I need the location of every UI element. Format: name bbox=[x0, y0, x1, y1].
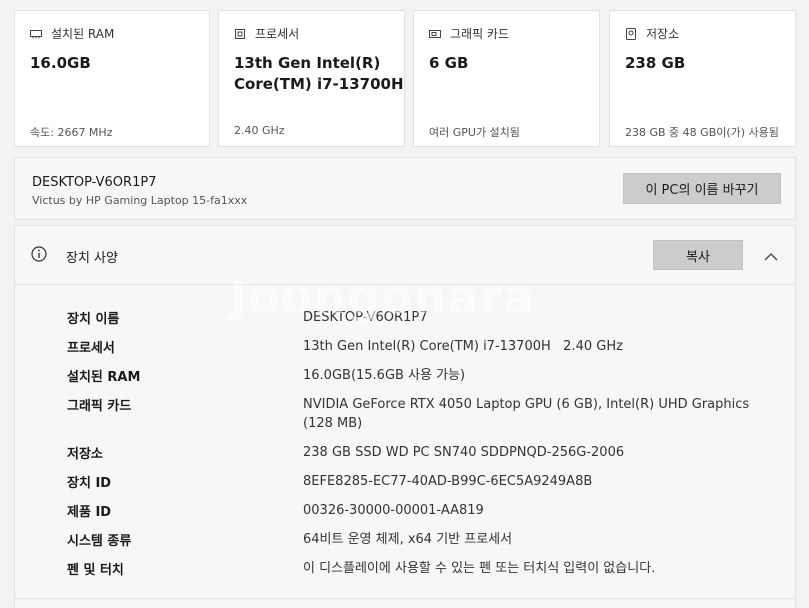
ram-card-sub: 속도: 2667 MHz bbox=[30, 126, 113, 139]
graphics-card: 그래픽 카드 6 GB 여러 GPU가 설치됨 bbox=[413, 10, 600, 147]
spec-value: 64비트 운영 체제, x64 기반 프로세서 bbox=[303, 532, 513, 547]
spec-value: 238 GB SSD WD PC SN740 SDDPNQD-256G-2006 bbox=[303, 445, 625, 460]
spec-label: 장치 이름 bbox=[67, 312, 120, 327]
spec-label: 저장소 bbox=[67, 447, 103, 462]
processor-card-value: 13th Gen Intel(R) Core(TM) i7-13700H bbox=[234, 54, 404, 93]
spec-label: 시스템 종류 bbox=[67, 534, 132, 549]
divider bbox=[14, 598, 796, 599]
graphics-card-title: 그래픽 카드 bbox=[450, 27, 510, 41]
copy-button[interactable]: 복사 bbox=[653, 240, 743, 270]
graphics-card-sub: 여러 GPU가 설치됨 bbox=[429, 126, 520, 139]
watermark: Joongonara bbox=[230, 270, 536, 324]
spec-label: 장치 ID bbox=[67, 476, 112, 491]
spec-value: 00326-30000-00001-AA819 bbox=[303, 503, 484, 518]
graphics-card-icon bbox=[429, 28, 441, 40]
processor-icon bbox=[234, 28, 246, 40]
device-name-panel: DESKTOP-V6OR1P7 Victus by HP Gaming Lapt… bbox=[14, 157, 796, 220]
storage-card-sub: 238 GB 중 48 GB이(가) 사용됨 bbox=[625, 126, 779, 139]
ram-card-title: 설치된 RAM bbox=[51, 27, 115, 41]
spec-value: 13th Gen Intel(R) Core(TM) i7-13700H 2.4… bbox=[303, 339, 623, 354]
spec-value: 8EFE8285-EC77-40AD-B99C-6EC5A9249A8B bbox=[303, 474, 593, 489]
spec-label: 프로세서 bbox=[67, 341, 115, 356]
info-icon bbox=[31, 246, 47, 262]
device-specifications-title: 장치 사양 bbox=[66, 251, 118, 266]
spec-value: NVIDIA GeForce RTX 4050 Laptop GPU (6 GB… bbox=[303, 397, 754, 431]
device-name: DESKTOP-V6OR1P7 bbox=[32, 175, 157, 190]
spec-label: 제품 ID bbox=[67, 505, 112, 520]
ram-card-value: 16.0GB bbox=[30, 54, 91, 72]
processor-card: 프로세서 13th Gen Intel(R) Core(TM) i7-13700H… bbox=[218, 10, 405, 147]
device-model: Victus by HP Gaming Laptop 15-fa1xxx bbox=[32, 194, 248, 207]
graphics-card-value: 6 GB bbox=[429, 54, 469, 72]
storage-card: 저장소 238 GB 238 GB 중 48 GB이(가) 사용됨 bbox=[609, 10, 796, 147]
processor-card-title: 프로세서 bbox=[255, 27, 300, 41]
rename-pc-button[interactable]: 이 PC의 이름 바꾸기 bbox=[623, 173, 781, 204]
processor-card-sub: 2.40 GHz bbox=[234, 124, 285, 137]
storage-card-title: 저장소 bbox=[646, 27, 680, 41]
storage-icon bbox=[625, 27, 637, 40]
spec-label: 펜 및 터치 bbox=[67, 563, 124, 578]
spec-label: 설치된 RAM bbox=[67, 370, 141, 385]
storage-card-value: 238 GB bbox=[625, 54, 686, 72]
ram-card: 설치된 RAM 16.0GB 속도: 2667 MHz bbox=[14, 10, 210, 147]
memory-icon bbox=[30, 28, 42, 40]
spec-value: 이 디스플레이에 사용할 수 있는 펜 또는 터치식 입력이 없습니다. bbox=[303, 561, 656, 576]
spec-label: 그래픽 카드 bbox=[67, 399, 132, 414]
spec-value: 16.0GB(15.6GB 사용 가능) bbox=[303, 368, 466, 383]
chevron-up-icon[interactable] bbox=[764, 247, 778, 261]
